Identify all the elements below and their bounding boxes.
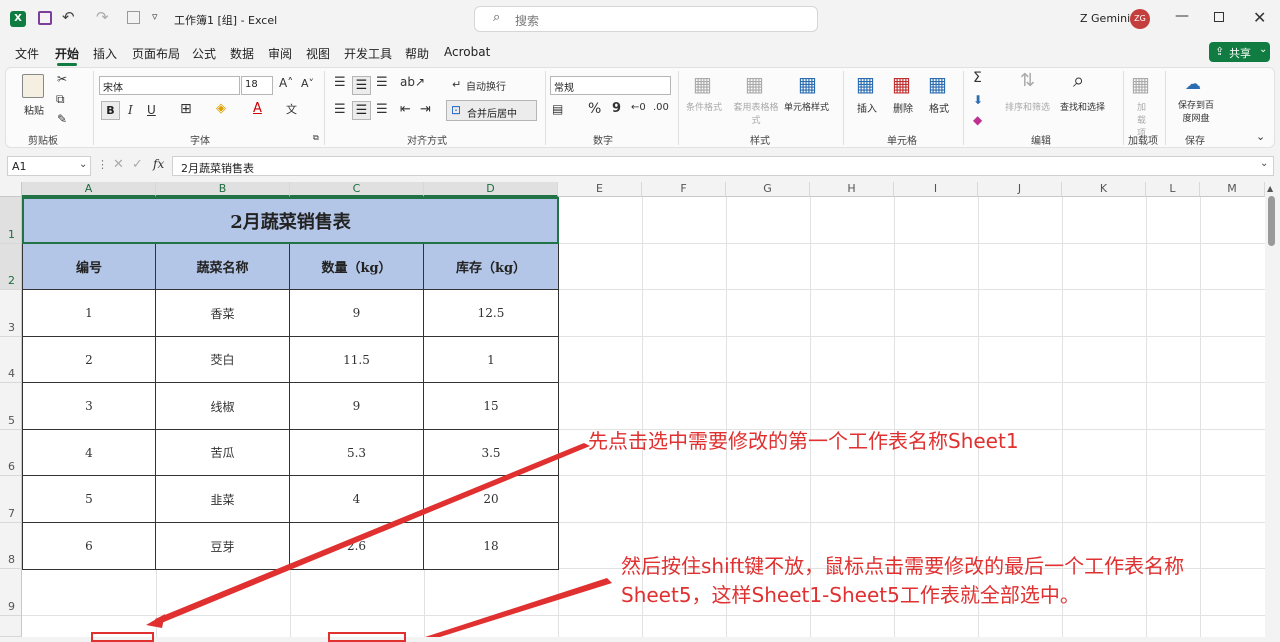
annotation-note-2-line-1: 然后按住shift键不放，鼠标点击需要修改的最后一个工作表名称 (621, 554, 1185, 578)
annotation-arrow-2 (425, 578, 612, 637)
sheet1-tab-highlight (91, 632, 154, 642)
annotation-note-1: 先点击选中需要修改的第一个工作表名称Sheet1 (588, 429, 1019, 453)
annotation-arrows (146, 443, 612, 637)
annotation-arrowhead-1 (146, 614, 165, 628)
sheet5-tab-highlight (328, 632, 406, 642)
annotation-arrow-1 (155, 443, 590, 624)
annotation-note-2-line-2: Sheet5，这样Sheet1-Sheet5工作表就全部选中。 (621, 583, 1080, 607)
